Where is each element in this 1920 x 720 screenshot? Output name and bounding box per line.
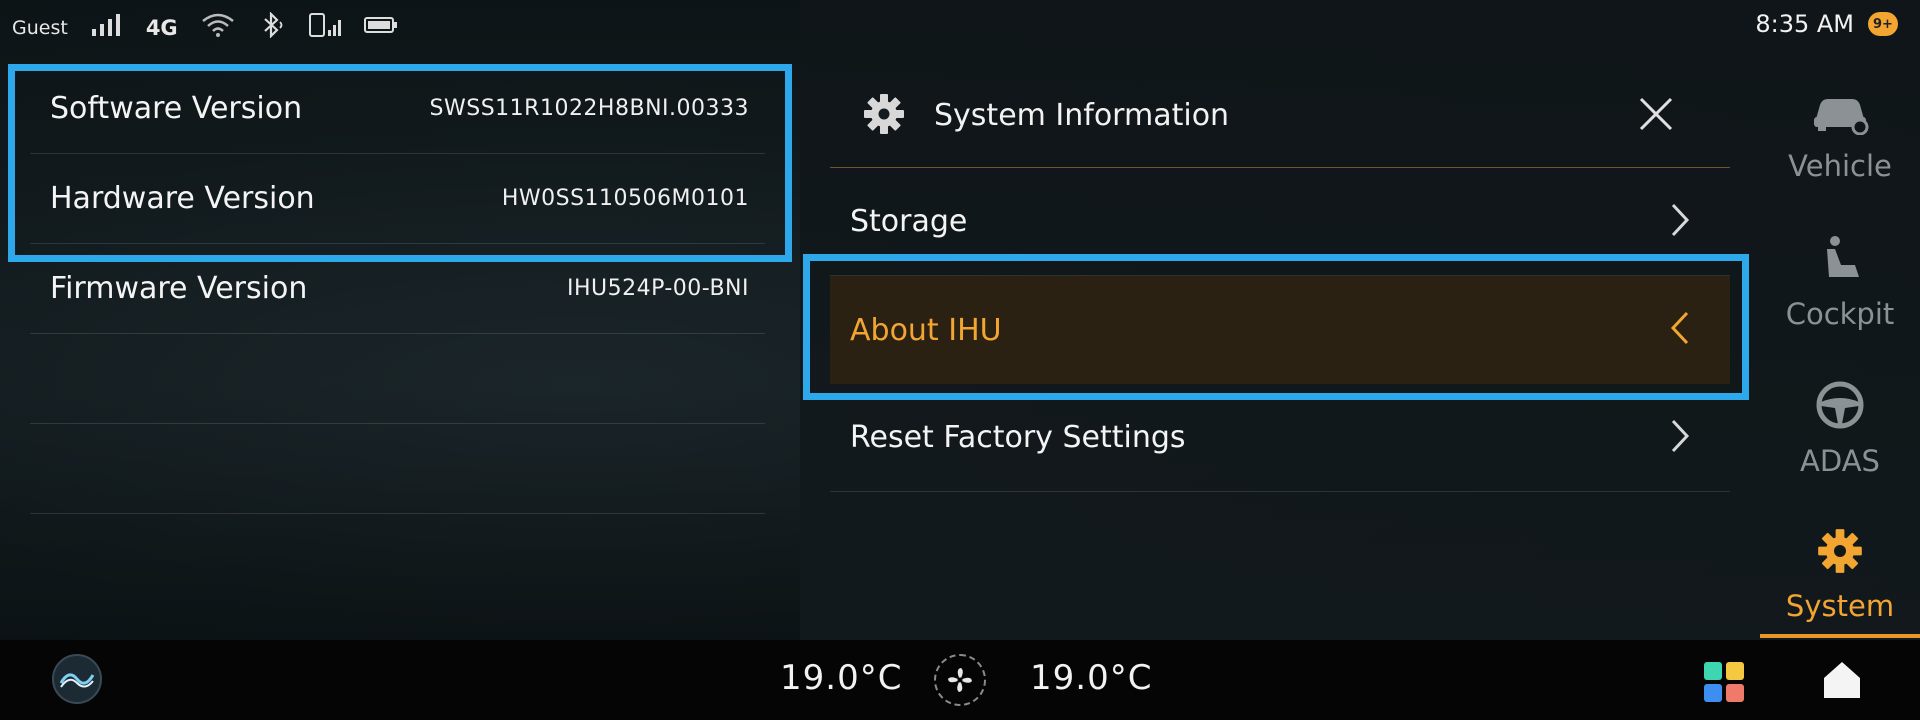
system-information-panel: System Information Storage About IHU Res… — [830, 64, 1730, 492]
phone-signal-icon — [308, 12, 342, 43]
home-button[interactable] — [1820, 658, 1864, 702]
firmware-version-value: IHU524P-00-BNI — [566, 276, 749, 301]
chevron-right-icon — [1670, 418, 1690, 458]
nav-item-vehicle[interactable]: Vehicle — [1760, 64, 1920, 210]
menu-item-about-ihu[interactable]: About IHU — [830, 276, 1730, 384]
gear-icon — [862, 92, 906, 140]
menu-item-label: Reset Factory Settings — [850, 420, 1186, 455]
nav-label: Cockpit — [1785, 297, 1895, 331]
nav-label: Vehicle — [1788, 149, 1892, 183]
active-nav-indicator — [1760, 634, 1920, 638]
chevron-right-icon — [1670, 202, 1690, 242]
nav-item-cockpit[interactable]: Cockpit — [1760, 210, 1920, 356]
seat-icon — [1815, 235, 1865, 287]
empty-row — [30, 424, 765, 514]
firmware-version-label: Firmware Version — [50, 271, 308, 306]
nav-label: System — [1785, 589, 1895, 623]
fan-icon — [948, 668, 972, 692]
panel-header: System Information — [830, 64, 1730, 168]
firmware-version-row: Firmware Version IHU524P-00-BNI — [30, 244, 765, 334]
status-bar-right: 8:35 AM 9+ — [1755, 10, 1898, 38]
network-type: 4G — [145, 15, 178, 40]
app-grid-icon — [1704, 662, 1722, 680]
status-bar-left: Guest 4G — [12, 11, 398, 43]
software-version-label: Software Version — [50, 91, 303, 126]
bottom-bar: 19.0°C 19.0°C — [0, 640, 1920, 720]
close-button[interactable] — [1632, 90, 1680, 138]
menu-item-label: Storage — [850, 204, 968, 239]
close-icon — [1639, 97, 1673, 131]
notification-badge[interactable]: 9+ — [1868, 12, 1898, 36]
steering-wheel-icon — [1815, 380, 1865, 434]
fan-button[interactable] — [934, 654, 986, 706]
assistant-button[interactable] — [52, 654, 102, 704]
battery-icon — [363, 16, 398, 39]
signal-icon — [90, 13, 124, 42]
hardware-version-row: Hardware Version HW0SS110506M0101 — [30, 154, 765, 244]
app-grid-button[interactable] — [1704, 662, 1744, 702]
menu-item-storage[interactable]: Storage — [830, 168, 1730, 276]
nav-item-system[interactable]: System — [1760, 502, 1920, 648]
bluetooth-icon — [258, 11, 286, 43]
category-nav: Vehicle Cockpit ADAS System — [1760, 64, 1920, 648]
panel-title: System Information — [934, 98, 1230, 133]
gear-icon — [1816, 527, 1864, 579]
clock: 8:35 AM — [1755, 10, 1854, 38]
left-temperature[interactable]: 19.0°C — [780, 658, 902, 698]
home-icon — [1824, 662, 1860, 698]
nav-item-adas[interactable]: ADAS — [1760, 356, 1920, 502]
status-bar: Guest 4G 8:35 AM 9+ — [0, 0, 1920, 52]
hardware-version-value: HW0SS110506M0101 — [501, 186, 749, 211]
hardware-version-label: Hardware Version — [50, 181, 315, 216]
right-temperature[interactable]: 19.0°C — [1030, 658, 1152, 698]
menu-item-label: About IHU — [850, 312, 1002, 348]
wifi-icon — [200, 12, 236, 43]
app-grid-icon — [1704, 684, 1722, 702]
menu-item-reset-factory[interactable]: Reset Factory Settings — [830, 384, 1730, 492]
app-grid-icon — [1726, 684, 1744, 702]
empty-row — [30, 334, 765, 424]
chevron-left-icon — [1670, 310, 1690, 350]
app-grid-icon — [1726, 662, 1744, 680]
nav-label: ADAS — [1800, 444, 1880, 478]
software-version-row: Software Version SWSS11R1022H8BNI.00333 — [30, 64, 765, 154]
about-ihu-details: Software Version SWSS11R1022H8BNI.00333 … — [30, 64, 765, 514]
wave-logo-icon — [59, 673, 95, 688]
software-version-value: SWSS11R1022H8BNI.00333 — [429, 96, 749, 121]
user-label[interactable]: Guest — [12, 17, 68, 39]
vehicle-icon — [1810, 91, 1870, 139]
